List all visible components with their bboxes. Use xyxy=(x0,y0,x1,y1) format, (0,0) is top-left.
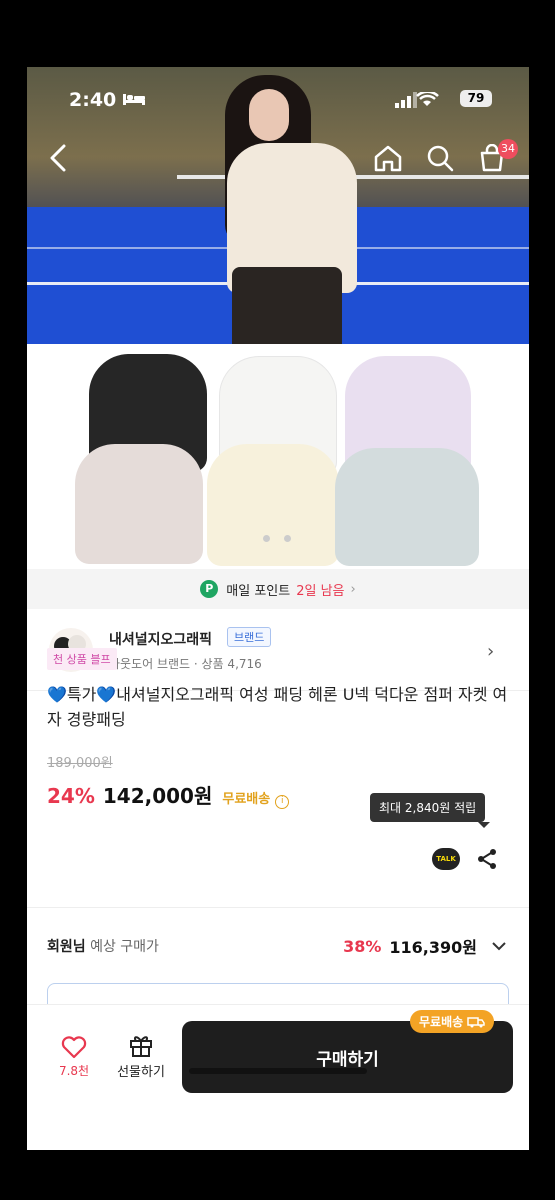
cart-count-badge: 34 xyxy=(498,139,518,159)
bottom-action-bar: 7.8천 선물하기 구매하기 무료배송 xyxy=(27,1004,529,1150)
price-row: 24% 142,000원 무료배송 i xyxy=(47,780,290,809)
member-price-toggle[interactable]: 38% 116,390원 xyxy=(343,934,507,958)
member-price: 116,390원 xyxy=(389,938,477,957)
sale-price: 142,000원 xyxy=(102,784,213,808)
promo-badge: 천 상품 블프 xyxy=(47,648,117,670)
battery-indicator: 79 xyxy=(460,90,492,107)
heart-icon xyxy=(61,1036,87,1059)
free-shipping-pill: 무료배송 xyxy=(410,1010,495,1033)
brand-subtitle: 아웃도어 브랜드 · 상품 4,716 xyxy=(109,657,262,671)
brand-name: 내셔널지오그래픽 xyxy=(109,632,213,648)
product-title: 💙특가💙내셔널지오그래픽 여성 패딩 헤론 U넥 덕다운 점퍼 자켓 여자 경량… xyxy=(47,685,508,729)
member-discount: 38% xyxy=(343,936,382,956)
gift-button[interactable]: 선물하기 xyxy=(111,1033,171,1080)
product-color-collage[interactable] xyxy=(27,344,529,569)
points-label: 매일 포인트 xyxy=(226,583,291,599)
chevron-down-icon xyxy=(492,942,506,951)
chevron-right-icon: › xyxy=(350,581,356,597)
jacket-mint xyxy=(335,448,479,566)
signal-icon xyxy=(395,92,439,108)
divider xyxy=(27,907,529,908)
kakao-talk-button[interactable]: TALK xyxy=(432,848,460,870)
points-icon: P xyxy=(200,580,219,598)
chevron-right-icon: › xyxy=(487,641,495,662)
original-price: 189,000원 xyxy=(47,756,113,771)
home-indicator[interactable] xyxy=(189,1068,367,1074)
search-icon xyxy=(427,145,454,172)
gift-label: 선물하기 xyxy=(117,1065,165,1080)
free-shipping-label: 무료배송 xyxy=(222,792,271,807)
home-button[interactable] xyxy=(373,143,403,173)
reward-tooltip: 최대 2,840원 적립 xyxy=(370,793,491,828)
info-icon[interactable]: i xyxy=(275,795,290,809)
status-time: 2:40 xyxy=(69,89,117,111)
share-icon[interactable] xyxy=(475,847,499,871)
chevron-left-icon xyxy=(50,144,66,172)
points-remaining: 2일 남음 xyxy=(296,583,345,599)
discount-rate: 24% xyxy=(47,784,95,808)
sleep-icon xyxy=(123,94,145,105)
home-icon xyxy=(374,145,402,172)
daily-points-banner[interactable]: P 매일 포인트 2일 남음 › xyxy=(27,569,529,609)
member-price-label: 회원님 예상 구매가 xyxy=(47,939,159,955)
carousel-dot xyxy=(263,535,270,542)
jacket-cream xyxy=(207,444,339,566)
search-button[interactable] xyxy=(425,143,455,173)
like-button[interactable]: 7.8천 xyxy=(55,1035,93,1079)
jacket-beige xyxy=(75,444,203,564)
truck-icon xyxy=(467,1016,485,1027)
model-skirt xyxy=(232,267,342,344)
gift-icon xyxy=(130,1036,152,1057)
product-page: 2:40 79 34 P 매일 포인트 2일 남음 › 내셔널지오그래픽 브랜드… xyxy=(27,67,529,1150)
brand-tag: 브랜드 xyxy=(227,627,272,647)
back-button[interactable] xyxy=(43,143,73,173)
like-count: 7.8천 xyxy=(58,1064,90,1078)
status-bar: 2:40 79 xyxy=(27,67,529,115)
carousel-dot xyxy=(284,535,291,542)
